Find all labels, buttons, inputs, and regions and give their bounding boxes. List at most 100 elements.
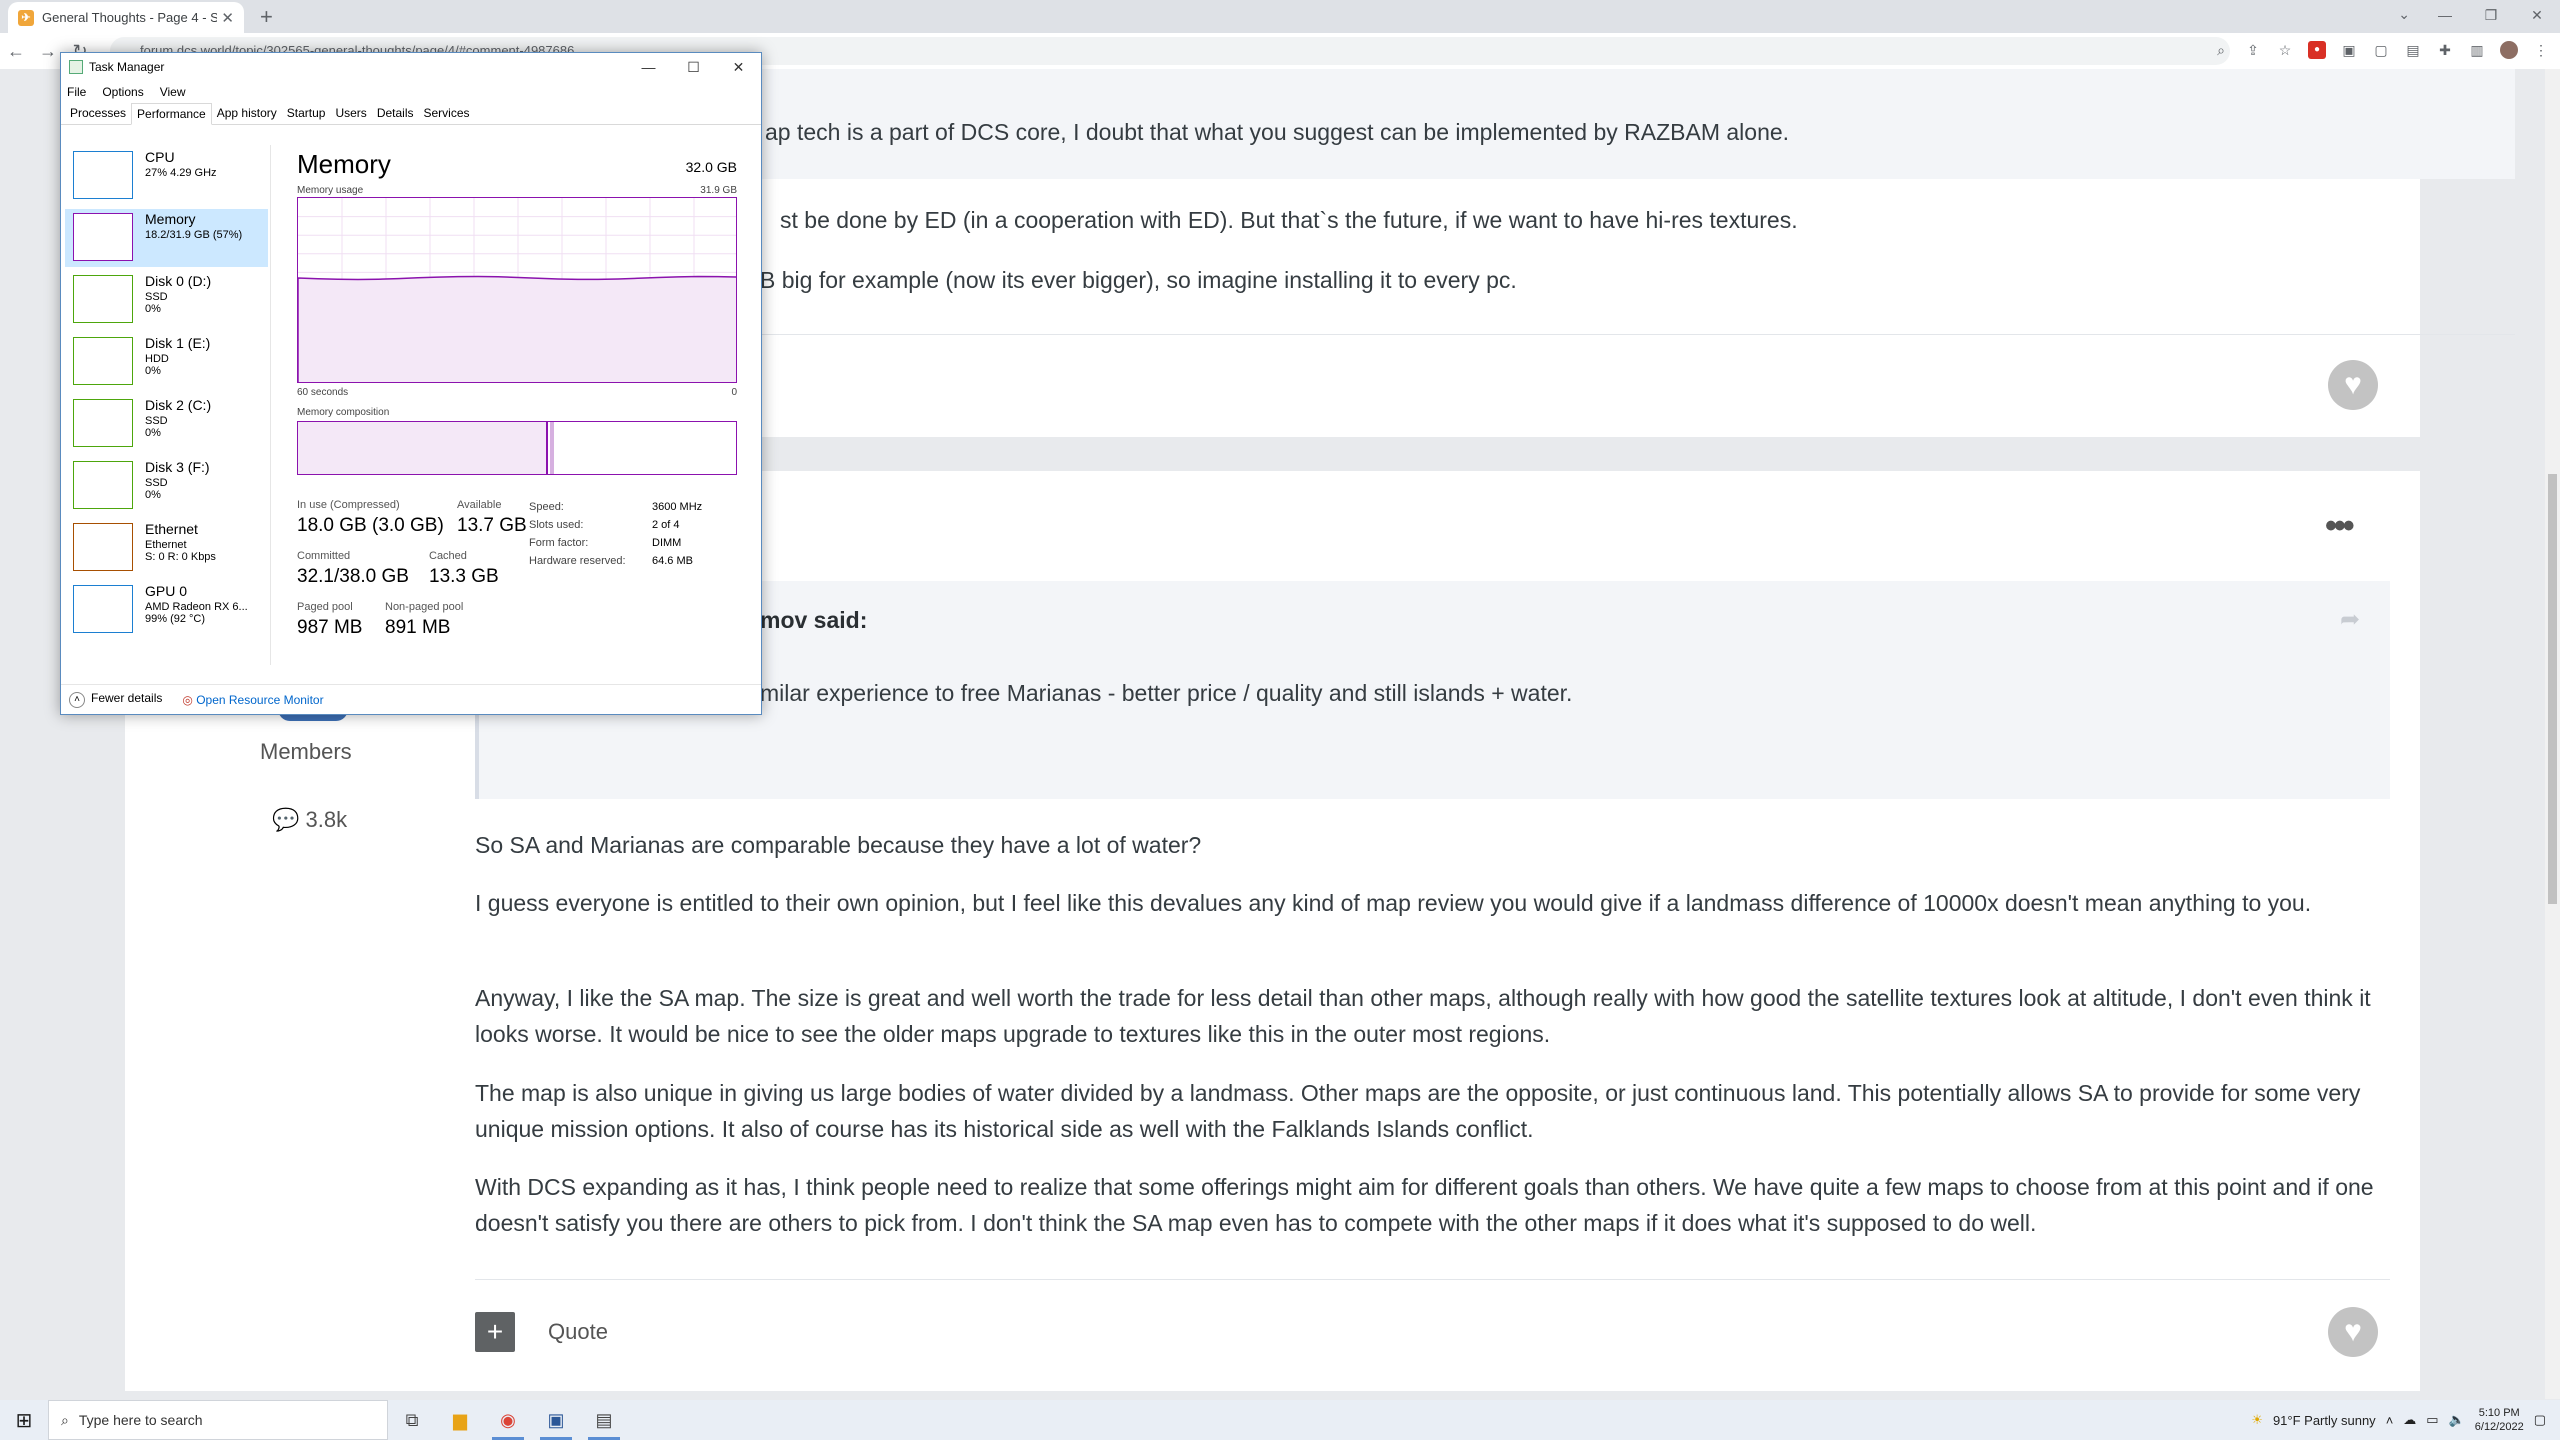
volume-icon[interactable]: 🔈 xyxy=(2449,1412,2465,1428)
resource-detail: HDD xyxy=(145,353,169,365)
menu-file[interactable]: File xyxy=(67,85,86,99)
tab-users[interactable]: Users xyxy=(330,103,371,124)
menu-bar: File Options View xyxy=(61,81,761,103)
resource-name: GPU 0 xyxy=(145,583,188,599)
puzzle-extensions-icon[interactable]: ✚ xyxy=(2436,41,2454,59)
tab-processes[interactable]: Processes xyxy=(65,103,131,124)
multiquote-plus-button[interactable]: + xyxy=(475,1312,515,1352)
tab-details[interactable]: Details xyxy=(372,103,419,124)
detail-key: Form factor: xyxy=(529,537,589,549)
post-options-icon[interactable]: ••• xyxy=(2325,507,2355,546)
network-icon[interactable]: ▭ xyxy=(2426,1412,2438,1428)
browser-menu-icon[interactable]: ⋮ xyxy=(2532,41,2550,59)
resource-item-disk-1-e[interactable]: Disk 1 (E:) HDD 0% xyxy=(65,333,268,391)
zoom-icon[interactable]: ⌕ xyxy=(2212,41,2230,59)
bookmark-star-icon[interactable]: ☆ xyxy=(2276,41,2294,59)
maximize-icon[interactable]: ☐ xyxy=(671,59,716,76)
menu-view[interactable]: View xyxy=(160,85,186,99)
resource-monitor-icon: ◎ xyxy=(182,692,193,707)
resource-detail: SSD xyxy=(145,477,168,489)
fewer-details-button[interactable]: ˄ Fewer details xyxy=(69,691,162,708)
share-icon[interactable]: ⇪ xyxy=(2244,41,2262,59)
weather-icon[interactable]: ☀ xyxy=(2251,1412,2263,1428)
detail-value: 64.6 MB xyxy=(652,555,693,567)
like-heart-icon[interactable]: ♥ xyxy=(2328,1307,2378,1357)
memory-composition-bar[interactable] xyxy=(297,421,737,475)
tab-search-icon[interactable]: ⌄ xyxy=(2398,6,2410,23)
extension-icon[interactable]: ▣ xyxy=(2340,41,2358,59)
tab-services[interactable]: Services xyxy=(419,103,475,124)
tm-tab-bar: Processes Performance App history Startu… xyxy=(61,103,761,125)
task-manager-titlebar[interactable]: Task Manager — ☐ ✕ xyxy=(61,53,761,81)
window-controls: — ❐ ✕ xyxy=(2422,0,2560,33)
sidepanel-icon[interactable]: ▥ xyxy=(2468,41,2486,59)
task-view-icon[interactable]: ⧉ xyxy=(388,1400,436,1440)
resource-item-disk-0-d[interactable]: Disk 0 (D:) SSD 0% xyxy=(65,271,268,329)
back-icon[interactable]: ← xyxy=(0,41,32,62)
open-resource-monitor-link[interactable]: ◎ Open Resource Monitor xyxy=(182,693,323,707)
like-heart-icon[interactable]: ♥ xyxy=(2328,360,2378,410)
tab-startup[interactable]: Startup xyxy=(282,103,331,124)
stat-value: 13.3 GB xyxy=(429,566,499,587)
stat-value: 891 MB xyxy=(385,617,451,638)
composition-label: Memory composition xyxy=(297,407,390,418)
quote-share-icon[interactable]: ➦ xyxy=(2340,605,2360,634)
new-tab-button[interactable]: + xyxy=(260,4,273,30)
quote-button[interactable]: Quote xyxy=(548,1319,608,1345)
browser-tab[interactable]: ✈ General Thoughts - Page 4 - So... ✕ xyxy=(8,2,244,33)
resource-item-cpu[interactable]: CPU 27% 4.29 GHz xyxy=(65,147,268,205)
resource-list: CPU 27% 4.29 GHz Memory 18.2/31.9 GB (57%) D… xyxy=(61,145,271,665)
post-paragraph: So SA and Marianas are comparable becaus… xyxy=(475,832,1202,858)
divider xyxy=(600,334,2515,335)
resource-item-gpu-0[interactable]: GPU 0 AMD Radeon RX 6... 99% (92 °C) xyxy=(65,581,268,639)
clock-time: 5:10 PM xyxy=(2478,1407,2520,1419)
extension-grey-icon[interactable]: ▢ xyxy=(2372,41,2390,59)
taskbar-search-box[interactable]: ⌕ Type here to search xyxy=(48,1400,388,1440)
resource-thumbnail-graph xyxy=(73,275,133,323)
minimize-icon[interactable]: — xyxy=(2422,0,2468,33)
resource-item-ethernet[interactable]: Ethernet Ethernet S: 0 R: 0 Kbps xyxy=(65,519,268,577)
profile-avatar-icon[interactable] xyxy=(2500,41,2518,59)
detail-value: DIMM xyxy=(652,537,682,549)
scrollbar-thumb[interactable] xyxy=(2548,474,2557,904)
tab-performance[interactable]: Performance xyxy=(131,103,212,125)
weather-text[interactable]: 91°F Partly sunny xyxy=(2273,1413,2376,1428)
notifications-icon[interactable]: ▢ xyxy=(2534,1412,2546,1428)
resource-name: Disk 3 (F:) xyxy=(145,459,210,475)
taskbar-clock[interactable]: 5:10 PM 6/12/2022 xyxy=(2475,1406,2524,1434)
resource-item-disk-2-c[interactable]: Disk 2 (C:) SSD 0% xyxy=(65,395,268,453)
close-tab-icon[interactable]: ✕ xyxy=(221,9,234,27)
tab-strip: ✈ General Thoughts - Page 4 - So... ✕ + … xyxy=(0,0,2560,33)
close-window-icon[interactable]: ✕ xyxy=(2514,0,2560,33)
divider xyxy=(475,1279,2390,1280)
stat-value: 13.7 GB xyxy=(457,515,527,536)
adblock-extension-icon[interactable]: ● xyxy=(2308,41,2326,59)
hidden-icons-chevron-icon[interactable]: ˄ xyxy=(2386,1413,2394,1428)
post-text: B big for example (now its ever bigger),… xyxy=(760,267,1517,293)
chrome-icon[interactable]: ◉ xyxy=(484,1400,532,1440)
tab-app-history[interactable]: App history xyxy=(212,103,282,124)
stat-label: In use (Compressed) xyxy=(297,499,400,511)
task-manager-taskbar-icon[interactable]: ▤ xyxy=(580,1400,628,1440)
detail-key: Slots used: xyxy=(529,519,584,531)
memory-usage-line xyxy=(298,275,736,382)
dcs-app-icon[interactable]: ▣ xyxy=(532,1400,580,1440)
windows-start-icon[interactable]: ⊞ xyxy=(0,1408,48,1433)
resource-thumbnail-graph xyxy=(73,399,133,447)
resource-detail: Ethernet xyxy=(145,539,187,551)
restore-icon[interactable]: ❐ xyxy=(2468,0,2514,33)
quote-text: ap tech is a part of DCS core, I doubt t… xyxy=(765,119,1790,145)
minimize-icon[interactable]: — xyxy=(626,59,671,76)
page-scrollbar[interactable] xyxy=(2545,69,2560,1399)
quote-text: milar experience to free Marianas - bett… xyxy=(760,680,1573,706)
resource-item-memory[interactable]: Memory 18.2/31.9 GB (57%) xyxy=(65,209,268,267)
resource-detail: 99% (92 °C) xyxy=(145,613,206,625)
onedrive-icon[interactable]: ☁ xyxy=(2403,1412,2416,1428)
close-icon[interactable]: ✕ xyxy=(716,59,761,76)
extension-alt-icon[interactable]: ▤ xyxy=(2404,41,2422,59)
memory-usage-graph xyxy=(297,197,737,383)
resource-item-disk-3-f[interactable]: Disk 3 (F:) SSD 0% xyxy=(65,457,268,515)
resource-name: Disk 2 (C:) xyxy=(145,397,212,413)
menu-options[interactable]: Options xyxy=(102,85,143,99)
file-explorer-icon[interactable]: ▆ xyxy=(436,1400,484,1440)
